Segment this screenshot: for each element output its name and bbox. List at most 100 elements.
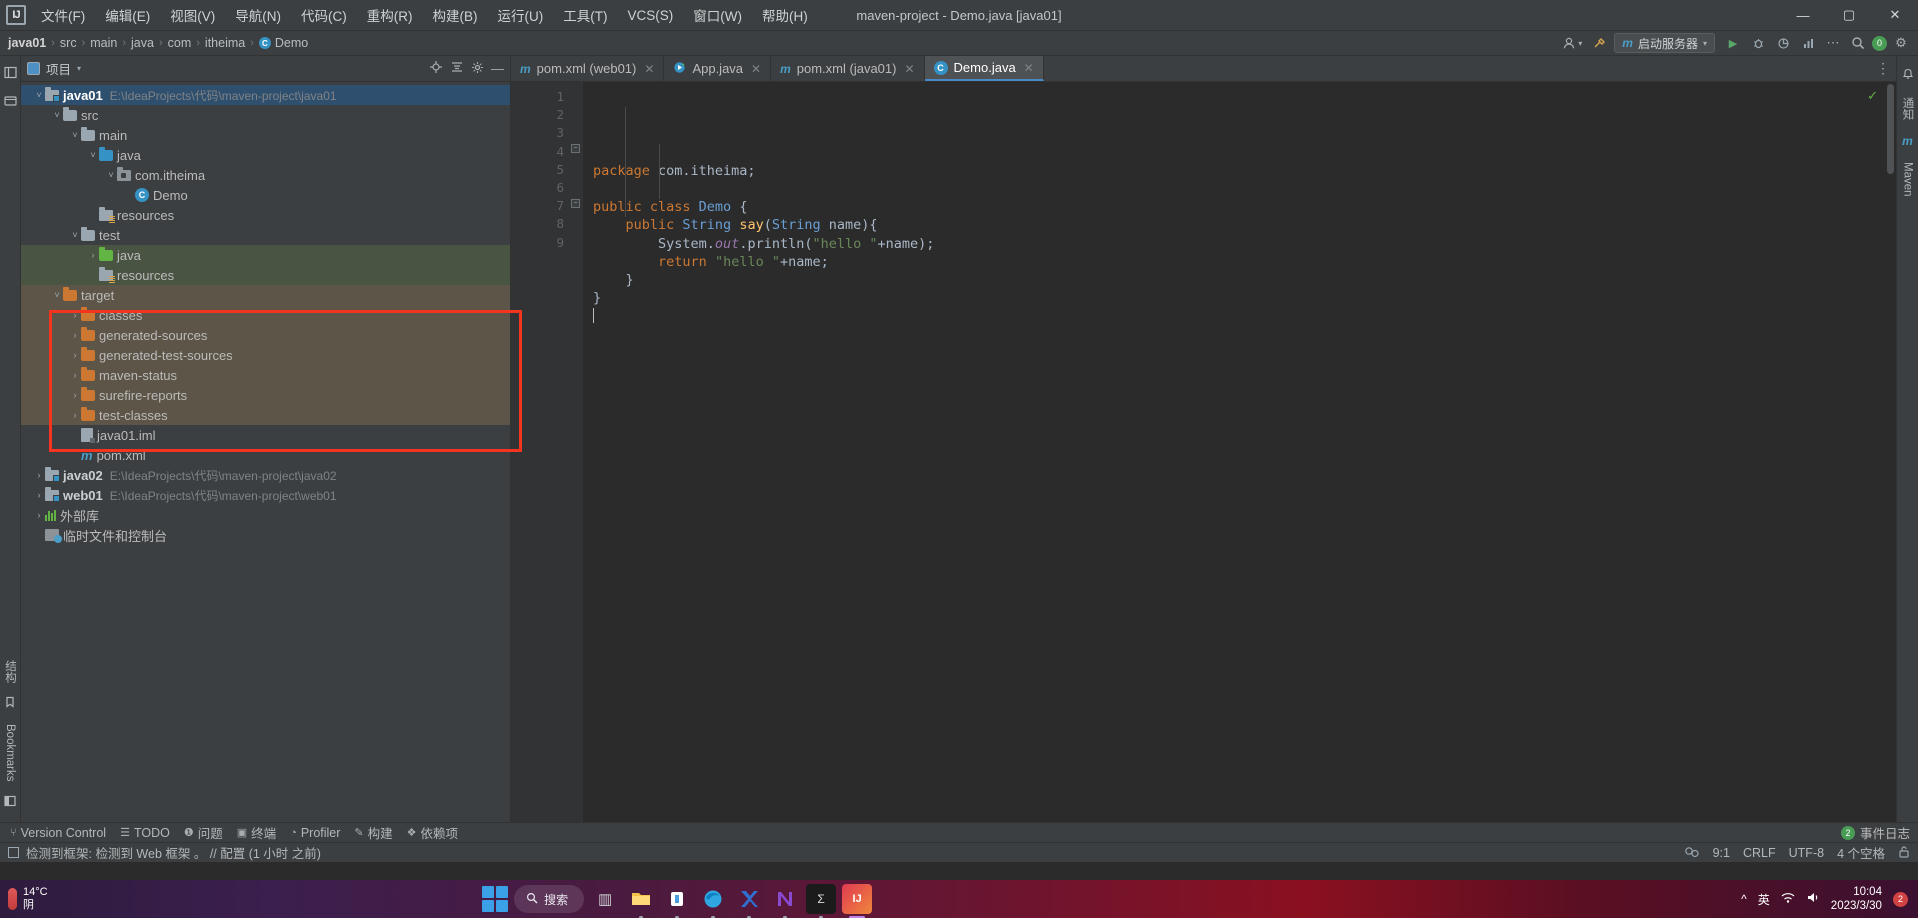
project-tool-icon[interactable] — [3, 66, 17, 82]
breadcrumb-item-itheima[interactable]: itheima — [205, 36, 245, 50]
start-button-icon[interactable] — [482, 886, 509, 912]
hide-panel-icon[interactable] — [4, 795, 16, 810]
status-message[interactable]: 检测到框架: 检测到 Web 框架 。 // 配置 (1 小时 之前) — [26, 843, 321, 862]
hide-panel-icon[interactable]: — — [491, 61, 504, 76]
chevron-down-icon[interactable]: ▾ — [77, 64, 81, 73]
profiler-button[interactable] — [1797, 33, 1819, 54]
code-line[interactable]: } — [593, 271, 1896, 289]
menu-window[interactable]: 窗口(W) — [684, 1, 751, 29]
inspection-status-icon[interactable]: ✓ — [1867, 88, 1878, 104]
editor-tab-app-java[interactable]: App.java ✕ — [664, 56, 772, 81]
tree-node-resources[interactable]: · resources — [21, 265, 510, 285]
expand-arrow-icon[interactable]: ˅ — [69, 230, 81, 240]
code-line[interactable]: public class Demo { — [593, 198, 1896, 216]
network-icon[interactable] — [1781, 891, 1795, 907]
project-tree[interactable]: ˅ java01 E:\IdeaProjects\代码\maven-project\… — [21, 82, 510, 822]
editor-tab-pom-web01[interactable]: m pom.xml (web01) ✕ — [511, 56, 665, 81]
menu-refactor[interactable]: 重构(R) — [358, 1, 422, 29]
code-line[interactable]: System.out.println("hello "+name); — [593, 235, 1896, 253]
expand-arrow-icon[interactable]: ˅ — [69, 130, 81, 140]
taskbar-edge[interactable] — [698, 884, 728, 918]
minimize-button[interactable]: — — [1780, 0, 1826, 31]
taskbar-search-box[interactable]: 搜索 — [514, 885, 585, 913]
menu-vcs[interactable]: VCS(S) — [619, 4, 683, 27]
show-hidden-icons-icon[interactable]: ^ — [1741, 892, 1747, 906]
tool-button-todo[interactable]: ☰ TODO — [120, 826, 170, 840]
line-separator[interactable]: CRLF — [1743, 846, 1776, 860]
lock-icon[interactable] — [1898, 845, 1910, 861]
tool-button-build[interactable]: ✎ 构建 — [354, 823, 392, 842]
tool-button-problems[interactable]: ❶ 问题 — [184, 823, 223, 842]
run-button[interactable]: ▶ — [1722, 33, 1744, 54]
tree-node--[interactable]: · 临时文件和控制台 — [21, 525, 510, 545]
breadcrumb-item-java[interactable]: java — [131, 36, 154, 50]
structure-tool-button[interactable]: 结构 — [0, 653, 20, 690]
select-opened-file-icon[interactable] — [429, 60, 443, 77]
menu-help[interactable]: 帮助(H) — [753, 1, 817, 29]
menu-edit[interactable]: 编辑(E) — [96, 1, 159, 29]
menu-file[interactable]: 文件(F) — [32, 1, 94, 29]
tree-node--[interactable]: › 外部库 — [21, 505, 510, 525]
tree-node-web01[interactable]: › web01 E:\IdeaProjects\代码\maven-project\w… — [21, 485, 510, 505]
code-content[interactable]: package com.itheima; public class Demo {… — [583, 82, 1896, 822]
code-line[interactable]: } — [593, 289, 1896, 307]
close-button[interactable]: ✕ — [1872, 0, 1918, 31]
notifications-badge[interactable]: 0 — [1872, 35, 1887, 51]
code-folding-column[interactable]: − − — [569, 82, 583, 822]
close-tab-icon[interactable]: ✕ — [904, 62, 914, 76]
breadcrumb-item-demo[interactable]: Demo — [275, 36, 308, 50]
code-line[interactable]: return "hello "+name; — [593, 253, 1896, 271]
run-configuration-selector[interactable]: m 启动服务器 ▾ — [1614, 33, 1715, 53]
commit-tool-icon[interactable] — [3, 94, 17, 110]
tree-node-java02[interactable]: › java02 E:\IdeaProjects\代码\maven-project\… — [21, 465, 510, 485]
bookmarks-icon[interactable] — [4, 696, 16, 711]
maven-tool-icon[interactable]: m — [1902, 134, 1913, 148]
tree-node-demo[interactable]: ·C Demo — [21, 185, 510, 205]
collapse-arrow-icon[interactable]: › — [87, 250, 99, 260]
close-tab-icon[interactable]: ✕ — [644, 62, 654, 76]
collapse-arrow-icon[interactable]: › — [33, 510, 45, 520]
volume-icon[interactable] — [1806, 891, 1820, 907]
taskbar-file-explorer-dark[interactable]: ▥ — [590, 884, 620, 914]
tool-button-terminal[interactable]: ▣ 终端 — [237, 823, 276, 842]
caret-position[interactable]: 9:1 — [1713, 846, 1730, 860]
breadcrumb-item-main[interactable]: main — [90, 36, 117, 50]
tree-node-resources[interactable]: · resources — [21, 205, 510, 225]
collapse-all-icon[interactable] — [450, 60, 464, 77]
tree-node-surefire-reports[interactable]: › surefire-reports — [21, 385, 510, 405]
tree-node-generated-sources[interactable]: › generated-sources — [21, 325, 510, 345]
menu-tools[interactable]: 工具(T) — [554, 1, 616, 29]
account-icon[interactable]: ▾ — [1558, 36, 1586, 50]
maximize-button[interactable]: ▢ — [1826, 0, 1872, 31]
fold-marker-line-4[interactable]: − — [571, 144, 580, 153]
breadcrumb-item-com[interactable]: com — [168, 36, 192, 50]
expand-arrow-icon[interactable]: ˅ — [51, 290, 63, 300]
tree-node-com-itheima[interactable]: ˅ com.itheima — [21, 165, 510, 185]
editor-tab-pom-java01[interactable]: m pom.xml (java01) ✕ — [771, 56, 925, 81]
taskbar-file-explorer[interactable] — [626, 884, 656, 918]
close-tab-icon[interactable]: ✕ — [1024, 61, 1034, 75]
file-encoding[interactable]: UTF-8 — [1789, 846, 1824, 860]
collapse-arrow-icon[interactable]: › — [33, 490, 45, 500]
editor-tab-actions[interactable]: ⋮ — [1870, 56, 1896, 81]
tree-node-pom-xml[interactable]: ·mpom.xml — [21, 445, 510, 465]
collapse-arrow-icon[interactable]: › — [69, 330, 81, 340]
hammer-icon[interactable] — [1589, 33, 1611, 54]
menu-view[interactable]: 视图(V) — [161, 1, 224, 29]
taskbar-store[interactable] — [662, 884, 692, 918]
collapse-arrow-icon[interactable]: › — [69, 390, 81, 400]
tree-node-main[interactable]: ˅ main — [21, 125, 510, 145]
taskbar-navicat[interactable] — [770, 884, 800, 918]
menu-navigate[interactable]: 导航(N) — [226, 1, 290, 29]
indent-setting[interactable]: 4 个空格 — [1837, 843, 1885, 862]
maven-tool-button[interactable]: Maven — [1902, 162, 1914, 197]
inspections-icon[interactable] — [1684, 845, 1700, 861]
bookmarks-tool-button[interactable]: Bookmarks — [2, 717, 18, 789]
tree-node-maven-status[interactable]: › maven-status — [21, 365, 510, 385]
settings-gear-icon[interactable]: ⚙ — [1890, 33, 1912, 54]
input-method-icon[interactable]: 英 — [1758, 891, 1770, 908]
tree-node-target[interactable]: ˅ target — [21, 285, 510, 305]
tool-button-version-control[interactable]: ⑂ Version Control — [10, 826, 106, 840]
taskbar-clock[interactable]: 10:04 2023/3/30 — [1831, 885, 1882, 913]
notification-center-badge[interactable]: 2 — [1892, 891, 1908, 907]
